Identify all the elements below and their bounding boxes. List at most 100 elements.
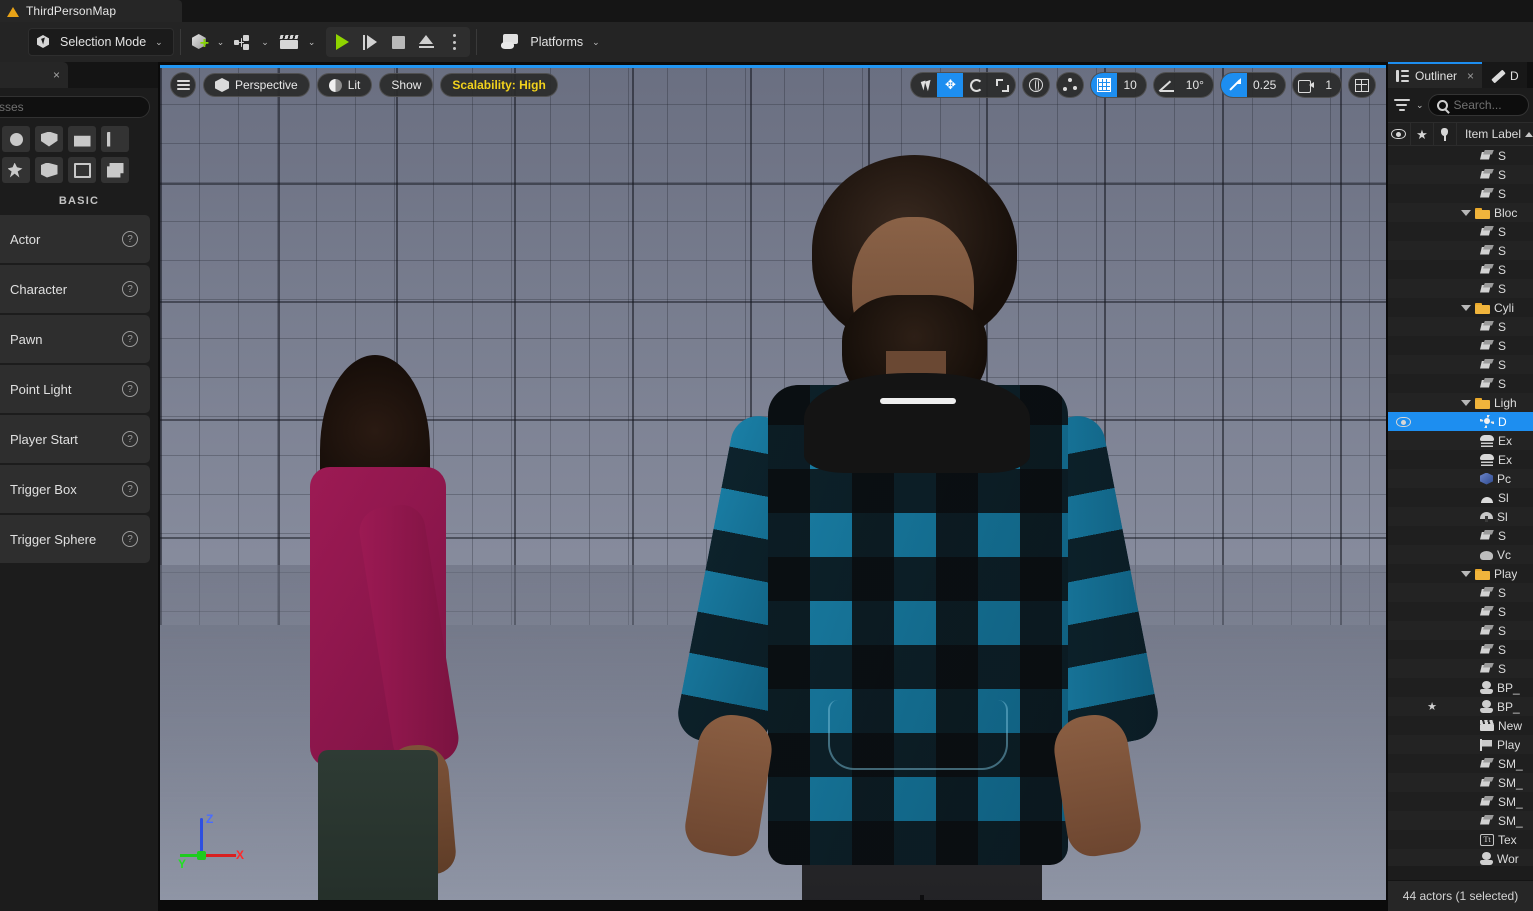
cinematic-icon[interactable]	[68, 126, 96, 152]
play-options-button[interactable]	[440, 29, 468, 55]
scale-snap-value[interactable]: 0.25	[1247, 78, 1285, 92]
stop-button[interactable]	[384, 29, 412, 55]
scene-character-secondary[interactable]	[310, 355, 550, 900]
viewport-layout-button[interactable]	[1348, 72, 1376, 98]
cinematics-dropdown[interactable]: ⌄	[274, 27, 321, 57]
outliner-row[interactable]: D	[1388, 412, 1533, 431]
outliner-row[interactable]: Vc	[1388, 545, 1533, 564]
select-tool-button[interactable]	[911, 73, 937, 97]
filter-icon[interactable]	[1394, 98, 1410, 112]
camera-speed-toggle[interactable]	[1293, 73, 1319, 97]
geometry-icon[interactable]	[35, 157, 63, 183]
angle-snap-value[interactable]: 10°	[1180, 78, 1213, 92]
place-actors-tab[interactable]: tors ×	[0, 62, 68, 88]
outliner-row[interactable]: Play	[1388, 564, 1533, 583]
outliner-row[interactable]: S	[1388, 165, 1533, 184]
outliner-row[interactable]: SM_	[1388, 754, 1533, 773]
outliner-row[interactable]: Sl	[1388, 488, 1533, 507]
play-button[interactable]	[328, 29, 356, 55]
grid-snap-value[interactable]: 10	[1117, 78, 1145, 92]
rotate-tool-button[interactable]	[963, 73, 989, 97]
all-classes-icon[interactable]	[101, 157, 129, 183]
help-icon[interactable]: ?	[122, 331, 138, 347]
outliner-row[interactable]: S	[1388, 184, 1533, 203]
tab-outliner[interactable]: Outliner ×	[1388, 62, 1483, 88]
place-actor-item-character[interactable]: Character ?	[0, 265, 150, 313]
outliner-row[interactable]: SM_	[1388, 773, 1533, 792]
coordinate-system-button[interactable]	[1022, 72, 1051, 98]
outliner-row[interactable]: S	[1388, 279, 1533, 298]
column-pin[interactable]	[1434, 123, 1457, 145]
outliner-row[interactable]: S	[1388, 146, 1533, 165]
place-actor-item-actor[interactable]: Actor ?	[0, 215, 150, 263]
viewport-view-mode-dropdown[interactable]: Lit	[316, 73, 373, 97]
scale-tool-button[interactable]	[989, 73, 1015, 97]
column-visibility[interactable]	[1388, 123, 1411, 145]
outliner-row[interactable]: Bloc	[1388, 203, 1533, 222]
expand-collapse-caret-icon[interactable]	[1461, 209, 1471, 216]
place-actor-item-trigger-box[interactable]: Trigger Box ?	[0, 465, 150, 513]
viewport-show-dropdown[interactable]: Show	[379, 73, 434, 97]
surface-snapping-button[interactable]	[1056, 72, 1085, 98]
outliner-row[interactable]: BP_	[1388, 678, 1533, 697]
translate-tool-button[interactable]: ✥	[937, 73, 964, 97]
skip-button[interactable]	[356, 29, 384, 55]
expand-collapse-caret-icon[interactable]	[1461, 570, 1471, 577]
scale-snap-toggle[interactable]	[1220, 73, 1247, 97]
eject-button[interactable]	[412, 29, 440, 55]
grid-snap-toggle[interactable]	[1091, 73, 1118, 97]
chevron-down-icon[interactable]: ⌄	[1416, 100, 1424, 111]
camera-speed-value[interactable]: 1	[1319, 78, 1341, 92]
outliner-row[interactable]: Ex	[1388, 450, 1533, 469]
expand-collapse-caret-icon[interactable]	[1461, 304, 1471, 311]
outliner-search-input[interactable]: Search...	[1427, 94, 1529, 116]
outliner-row[interactable]: S	[1388, 317, 1533, 336]
outliner-row[interactable]: S	[1388, 659, 1533, 678]
scene-character-primary[interactable]	[590, 155, 1350, 900]
outliner-row[interactable]: S	[1388, 241, 1533, 260]
outliner-row[interactable]: Sl	[1388, 507, 1533, 526]
angle-snap-toggle[interactable]	[1154, 73, 1180, 97]
viewport-perspective-dropdown[interactable]: Perspective	[203, 73, 310, 97]
outliner-row[interactable]: SM_	[1388, 811, 1533, 830]
level-tab-thirdpersonmap[interactable]: ThirdPersonMap	[0, 0, 182, 22]
outliner-row[interactable]: Ex	[1388, 431, 1533, 450]
outliner-row[interactable]: New	[1388, 716, 1533, 735]
outliner-row[interactable]: Pc	[1388, 469, 1533, 488]
outliner-row[interactable]: S	[1388, 621, 1533, 640]
basic-shapes-icon[interactable]	[35, 126, 63, 152]
place-actor-item-pawn[interactable]: Pawn ?	[0, 315, 150, 363]
outliner-row[interactable]: Wor	[1388, 849, 1533, 866]
create-actor-dropdown[interactable]: ⌄	[187, 27, 230, 57]
place-actors-search-input[interactable]: Classes	[0, 96, 150, 118]
outliner-row[interactable]: SM_	[1388, 792, 1533, 811]
outliner-row[interactable]: ★ BP_	[1388, 697, 1533, 716]
column-favorite[interactable]: ★	[1411, 123, 1434, 145]
outliner-row[interactable]: S	[1388, 526, 1533, 545]
close-icon[interactable]: ×	[53, 68, 60, 82]
expand-collapse-caret-icon[interactable]	[1461, 399, 1471, 406]
outliner-tree[interactable]: S S S Bloc S S S S Cyli S S S S Ligh D Ex Ex Pc Sl Sl S Vc Pla…	[1388, 146, 1533, 866]
volumes-icon[interactable]	[68, 157, 96, 183]
platforms-dropdown[interactable]: Platforms ⌄	[493, 28, 607, 56]
outliner-row[interactable]: S	[1388, 374, 1533, 393]
row-visibility-toggle[interactable]	[1390, 416, 1416, 427]
blueprints-dropdown[interactable]: ⌄	[229, 27, 274, 57]
place-actor-item-point-light[interactable]: Point Light ?	[0, 365, 150, 413]
help-icon[interactable]: ?	[122, 231, 138, 247]
column-item-label[interactable]: Item Label	[1457, 127, 1533, 141]
outliner-row[interactable]: S	[1388, 602, 1533, 621]
help-icon[interactable]: ?	[122, 381, 138, 397]
outliner-row[interactable]: S	[1388, 222, 1533, 241]
outliner-row[interactable]: Ligh	[1388, 393, 1533, 412]
recently-placed-icon[interactable]	[2, 126, 30, 152]
help-icon[interactable]: ?	[122, 431, 138, 447]
outliner-row[interactable]: S	[1388, 355, 1533, 374]
level-viewport[interactable]: Perspective Lit Show Scalability: High ✥	[159, 64, 1387, 901]
fx-icon[interactable]	[2, 157, 30, 183]
selection-mode-dropdown[interactable]: Selection Mode ⌄	[28, 28, 174, 56]
help-icon[interactable]: ?	[122, 281, 138, 297]
viewport-scalability-warning[interactable]: Scalability: High	[440, 73, 558, 97]
close-icon[interactable]: ×	[1467, 69, 1474, 83]
visual-effects-icon[interactable]	[101, 126, 129, 152]
